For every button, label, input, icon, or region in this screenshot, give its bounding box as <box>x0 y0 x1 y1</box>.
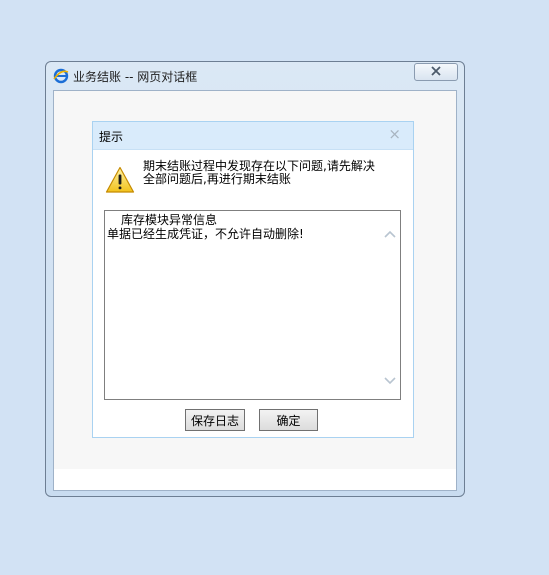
dialog-client-area: 提示 × 期末结账过程中发现存在以下问题,请先解决全部问题后,再进行期末结账 库… <box>53 90 457 491</box>
dialog-titlebar: 业务结账 -- 网页对话框 <box>53 65 197 87</box>
prompt-title: 提示 <box>99 130 124 144</box>
warning-icon <box>105 166 135 194</box>
prompt-message: 期末结账过程中发现存在以下问题,请先解决全部问题后,再进行期末结账 <box>143 159 375 186</box>
dialog-title: 业务结账 -- 网页对话框 <box>73 69 198 84</box>
prompt-header: 提示 × <box>93 122 413 150</box>
log-line: 单据已经生成凭证，不允许自动删除! <box>107 227 304 241</box>
error-log-box[interactable]: 库存模块异常信息 单据已经生成凭证，不允许自动删除! <box>104 210 401 400</box>
scroll-down-arrow-icon[interactable] <box>383 375 397 385</box>
ie-icon <box>53 68 69 84</box>
log-line: 库存模块异常信息 <box>121 213 218 227</box>
log-content: 库存模块异常信息 单据已经生成凭证，不允许自动删除! <box>107 213 377 241</box>
ok-button[interactable]: 确定 <box>259 409 318 431</box>
desktop-background: 业务结账 -- 网页对话框 提示 × 期末结账过程中发现存在以下问题,请先解决全… <box>0 0 549 575</box>
save-log-button[interactable]: 保存日志 <box>185 409 245 431</box>
dialog-close-button[interactable] <box>414 63 458 81</box>
prompt-box: 提示 × 期末结账过程中发现存在以下问题,请先解决全部问题后,再进行期末结账 库… <box>92 121 414 438</box>
close-icon <box>430 65 442 79</box>
prompt-close-icon[interactable]: × <box>388 125 401 143</box>
scroll-up-arrow-icon[interactable] <box>383 228 397 238</box>
web-dialog-window: 业务结账 -- 网页对话框 提示 × 期末结账过程中发现存在以下问题,请先解决全… <box>45 61 465 497</box>
